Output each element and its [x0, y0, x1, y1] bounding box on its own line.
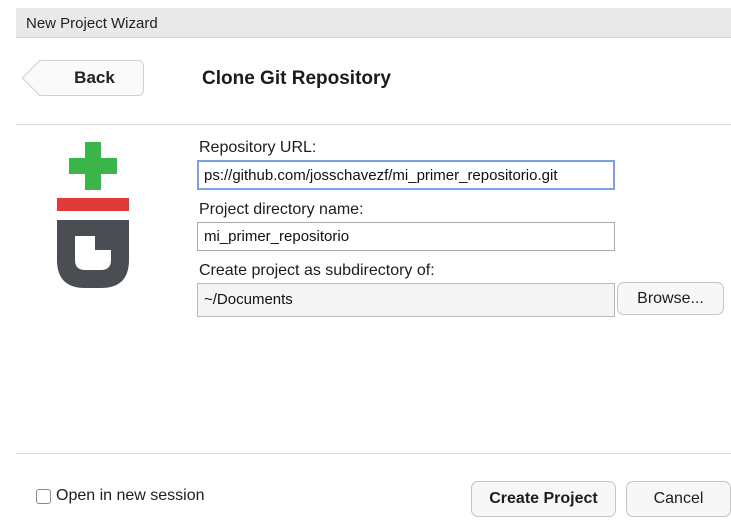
subdir-path-field: ~/Documents — [197, 283, 615, 317]
cancel-button[interactable]: Cancel — [626, 481, 731, 517]
footer-divider — [16, 453, 731, 454]
window-title: New Project Wizard — [26, 15, 158, 32]
dir-name-input[interactable] — [197, 222, 615, 251]
repo-url-input[interactable] — [197, 160, 615, 190]
git-logo-plus-horizontal — [69, 158, 117, 174]
create-project-label: Create Project — [489, 490, 598, 507]
window-titlebar: New Project Wizard — [16, 8, 731, 38]
open-new-session-option[interactable]: Open in new session — [36, 487, 205, 505]
browse-button[interactable]: Browse... — [617, 282, 724, 315]
dir-name-label: Project directory name: — [199, 201, 364, 218]
back-button[interactable]: Back — [40, 60, 144, 96]
git-logo-bar — [57, 198, 129, 211]
back-button-label: Back — [74, 68, 115, 87]
open-new-session-checkbox[interactable] — [36, 488, 51, 504]
git-logo-icon — [57, 142, 129, 288]
git-logo-g — [57, 220, 129, 288]
repo-url-label: Repository URL: — [199, 139, 317, 156]
subdir-label: Create project as subdirectory of: — [199, 262, 435, 279]
open-new-session-label: Open in new session — [56, 487, 205, 504]
create-project-button[interactable]: Create Project — [471, 481, 616, 517]
cancel-label: Cancel — [653, 490, 704, 507]
browse-button-label: Browse... — [637, 289, 704, 307]
header-divider — [16, 124, 731, 125]
page-title: Clone Git Repository — [202, 68, 391, 89]
